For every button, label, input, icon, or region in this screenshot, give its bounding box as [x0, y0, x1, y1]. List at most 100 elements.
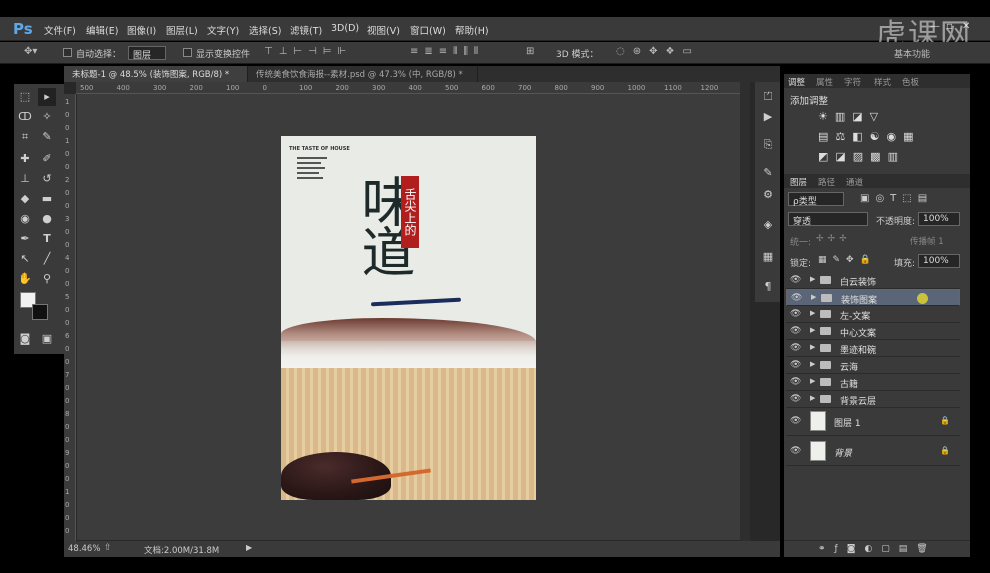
marquee-tool-icon[interactable]: ⬚ — [16, 88, 34, 106]
distribute-icons[interactable]: ≡≣≡⫴⫼⫴ — [410, 46, 484, 57]
tab-layers[interactable]: 图层 — [790, 176, 807, 188]
menu-item[interactable]: 文字(Y) — [207, 23, 239, 37]
actions-panel-icon[interactable]: ▶ — [759, 108, 777, 126]
tab-poster-psd[interactable]: 传统美食饮食海报--素材.psd @ 47.3% (中, RGB/8) * — [248, 66, 478, 82]
visibility-eye-icon[interactable]: 👁 — [790, 326, 801, 336]
fill-field[interactable]: 100% — [918, 254, 960, 268]
menu-item[interactable]: 文件(F) — [44, 23, 76, 37]
blend-mode-dropdown[interactable]: 穿透 — [788, 212, 868, 227]
visibility-eye-icon[interactable]: 👁 — [790, 377, 801, 387]
menu-item[interactable]: 帮助(H) — [455, 23, 489, 37]
menu-item[interactable]: 3D(D) — [331, 23, 359, 34]
crop-tool-icon[interactable]: ⌗ — [16, 128, 34, 146]
tab-swatches[interactable]: 色板 — [902, 76, 919, 88]
history-panel-icon[interactable]: ⏍ — [759, 88, 777, 106]
blur-tool-icon[interactable]: ◉ — [16, 210, 34, 228]
expand-arrow-icon[interactable]: ▶ — [810, 394, 815, 402]
menu-item[interactable]: 滤镜(T) — [290, 23, 322, 37]
pen-tool-icon[interactable]: ✒ — [16, 230, 34, 248]
layer-action-icons[interactable]: ⚭ƒ◙◐▢▤🗑 — [818, 544, 937, 554]
visibility-eye-icon[interactable]: 👁 — [790, 416, 801, 426]
opacity-field[interactable]: 100% — [918, 212, 960, 226]
expand-arrow-icon[interactable]: ▶ — [810, 377, 815, 385]
brush-panel-icon[interactable]: ✎ — [759, 164, 777, 182]
paragraph-panel-icon[interactable]: ¶ — [759, 278, 777, 296]
auto-select-checkbox[interactable] — [63, 48, 72, 57]
tab-paths[interactable]: 路径 — [818, 176, 835, 188]
export-icon[interactable]: ⇧ — [104, 543, 112, 553]
eyedropper-icon[interactable]: ✎ — [38, 128, 56, 146]
screen-mode-icon[interactable]: ▣ — [38, 330, 56, 348]
tab-styles[interactable]: 样式 — [874, 76, 891, 88]
menu-item[interactable]: 编辑(E) — [86, 23, 118, 37]
brush-presets-icon[interactable]: ⚙ — [759, 186, 777, 204]
layer-row[interactable]: 👁 图层 1 🔒 — [786, 408, 960, 436]
layer-row[interactable]: 👁 ▶ 墨迹和碗 — [786, 340, 960, 357]
menu-item[interactable]: 窗口(W) — [410, 23, 446, 37]
show-transform-checkbox[interactable] — [183, 48, 192, 57]
tab-adjustments[interactable]: 调整 — [788, 76, 805, 88]
propagate-frame[interactable]: 传播帧 1 — [910, 235, 944, 247]
magic-wand-icon[interactable]: ✧ — [38, 108, 56, 126]
vertical-scrollbar[interactable] — [740, 82, 750, 541]
layer-filter-dropdown[interactable]: ρ类型 — [788, 192, 844, 207]
menu-item[interactable]: 选择(S) — [249, 23, 281, 37]
visibility-eye-icon[interactable]: 👁 — [790, 394, 801, 404]
clone-stamp-icon[interactable]: ⊥ — [16, 170, 34, 188]
tab-character[interactable]: 字符 — [844, 76, 861, 88]
adjustment-icons-row-3[interactable]: ◩◪▨▩▥ — [818, 150, 905, 163]
healing-brush-icon[interactable]: ✚ — [16, 150, 34, 168]
layer-comps-icon[interactable]: ◈ — [759, 216, 777, 234]
tab-properties[interactable]: 属性 — [816, 76, 833, 88]
brush-tool-icon[interactable]: ✐ — [38, 150, 56, 168]
layer-row[interactable]: 👁 ▶ 背景云层 — [786, 391, 960, 408]
layer-row[interactable]: 👁 ▶ 古籍 — [786, 374, 960, 391]
direct-select-icon[interactable]: ↖ — [16, 250, 34, 268]
lock-icons[interactable]: ▦✎✥🔒 — [818, 255, 877, 265]
visibility-eye-icon[interactable]: 👁 — [790, 360, 801, 370]
gradient-tool-icon[interactable]: ▬ — [38, 190, 56, 208]
expand-arrow-icon[interactable]: ▶ — [810, 343, 815, 351]
background-color-swatch[interactable] — [32, 304, 48, 320]
info-panel-icon[interactable]: ▦ — [759, 248, 777, 266]
layer-row[interactable]: 👁 ▶ 装饰图案 — [786, 289, 960, 306]
zoom-tool-icon[interactable]: ⚲ — [38, 270, 56, 288]
menu-item[interactable]: 视图(V) — [367, 23, 400, 37]
filter-icons[interactable]: ▣◎T⬚▤ — [860, 193, 933, 204]
menu-item[interactable]: 图层(L) — [166, 23, 198, 37]
line-tool-icon[interactable]: ╱ — [38, 250, 56, 268]
visibility-eye-icon[interactable]: 👁 — [790, 343, 801, 353]
type-tool-icon[interactable]: T — [38, 230, 56, 248]
expand-arrow-icon[interactable]: ▶ — [810, 326, 815, 334]
layer-row[interactable]: 👁 ▶ 左-文案 — [786, 306, 960, 323]
zoom-level[interactable]: 48.46% — [68, 544, 100, 554]
expand-arrow-icon[interactable]: ▶ — [811, 293, 816, 301]
3d-mode-icons[interactable]: ◌⊛✥❖▭ — [616, 46, 700, 57]
visibility-eye-icon[interactable]: 👁 — [790, 275, 801, 285]
expand-arrow-icon[interactable]: ▶ — [810, 275, 815, 283]
visibility-eye-icon[interactable]: 👁 — [791, 293, 802, 303]
path-select-tool-icon[interactable]: ▸ — [38, 88, 56, 106]
tab-untitled[interactable]: 未标题-1 @ 48.5% (装饰图案, RGB/8) * — [64, 66, 248, 82]
status-menu-arrow-icon[interactable]: ▶ — [246, 543, 252, 552]
adjustment-icons-row-2[interactable]: ▤⚖◧☯◉▦ — [818, 130, 921, 143]
unify-icons[interactable]: ✢✢✢ — [816, 234, 851, 244]
expand-arrow-icon[interactable]: ▶ — [810, 360, 815, 368]
history-brush-icon[interactable]: ↺ — [38, 170, 56, 188]
dodge-tool-icon[interactable]: ● — [38, 210, 56, 228]
quick-mask-icon[interactable]: ◙ — [16, 330, 34, 348]
layer-row[interactable]: 👁 ▶ 白云装饰 — [786, 272, 960, 289]
auto-select-dropdown[interactable]: 图层 — [128, 46, 166, 61]
expand-arrow-icon[interactable]: ▶ — [810, 309, 815, 317]
eraser-icon[interactable]: ◆ — [16, 190, 34, 208]
clone-source-icon[interactable]: ⎘ — [759, 136, 777, 154]
lasso-tool-icon[interactable]: ↀ — [16, 108, 34, 126]
move-tool-icon[interactable]: ✥▾ — [24, 46, 37, 57]
hand-tool-icon[interactable]: ✋ — [16, 270, 34, 288]
auto-align-icon[interactable]: ⊞ — [526, 46, 534, 57]
layer-row[interactable]: 👁 背景 🔒 — [786, 438, 960, 466]
tab-channels[interactable]: 通道 — [846, 176, 863, 188]
visibility-eye-icon[interactable]: 👁 — [790, 446, 801, 456]
adjustment-icons-row-1[interactable]: ☀▥◪▽ — [818, 110, 885, 123]
layer-row[interactable]: 👁 ▶ 中心文案 — [786, 323, 960, 340]
